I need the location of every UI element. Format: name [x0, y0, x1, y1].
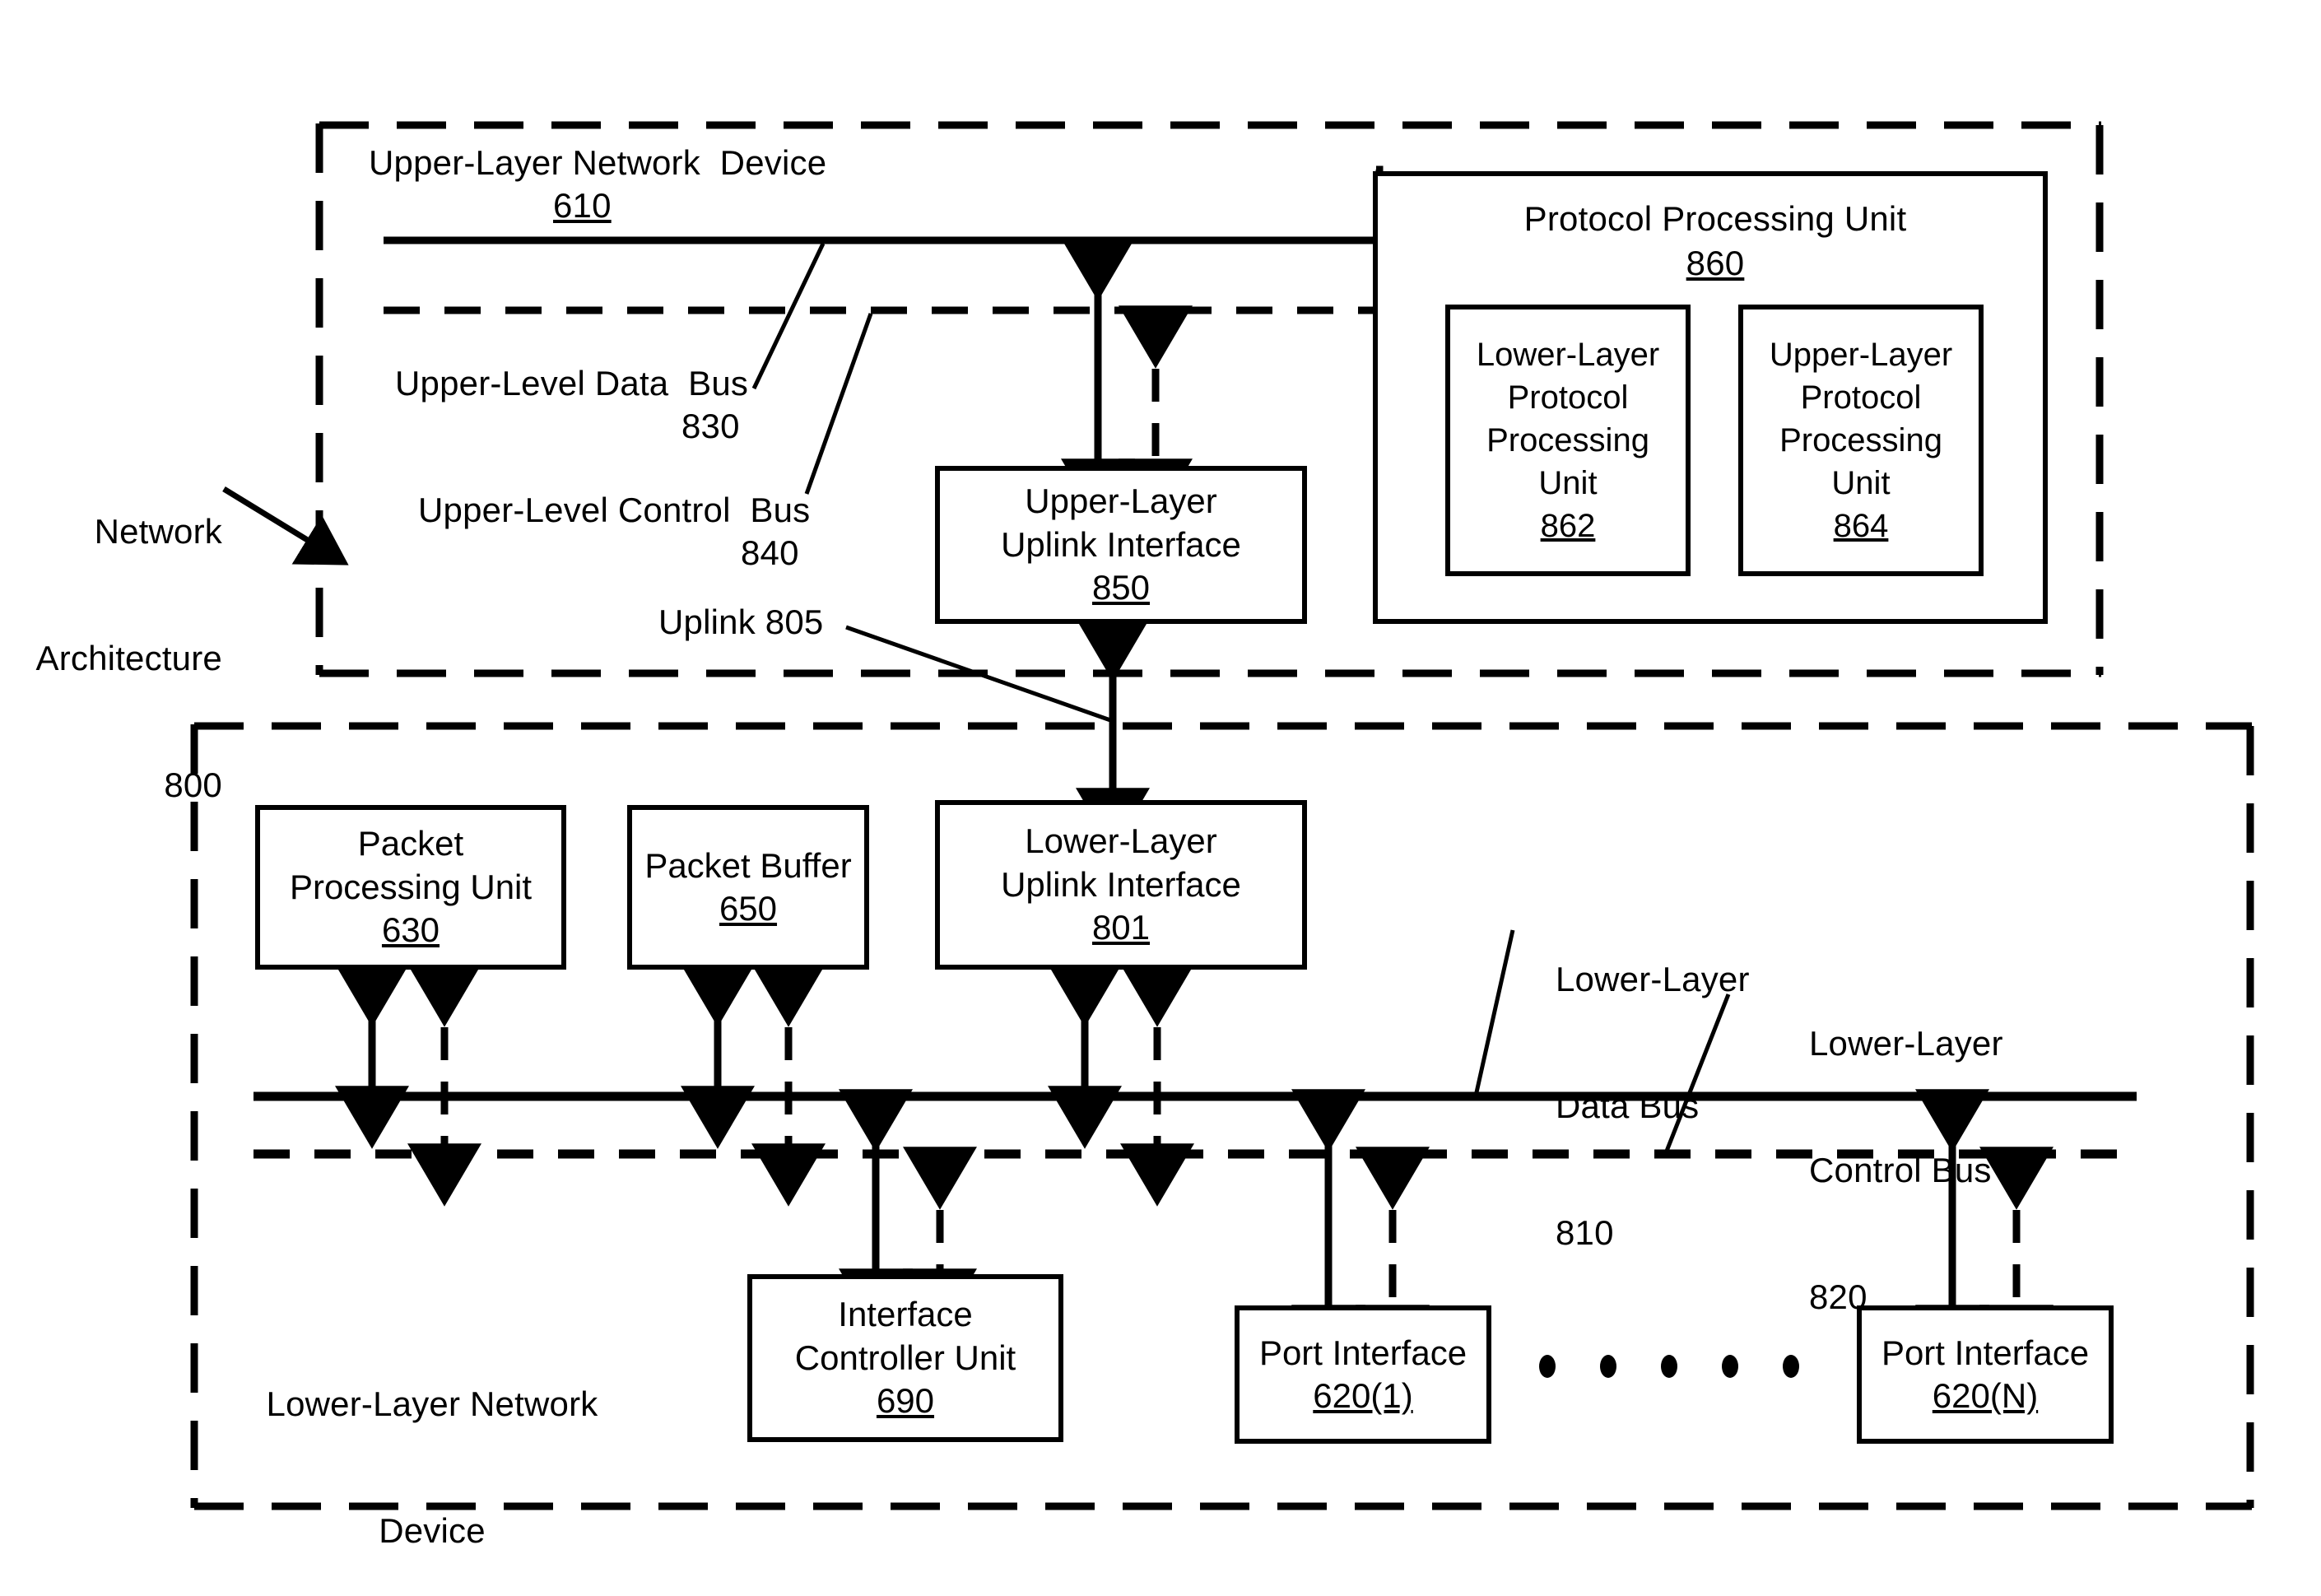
lower-layer-uplink-interface-box[interactable]: Lower-Layer Uplink Interface 801: [935, 800, 1307, 970]
interface-controller-unit-box[interactable]: Interface Controller Unit 690: [747, 1274, 1063, 1442]
upper-data-bus-label: Upper-Level Data Bus: [395, 364, 749, 402]
lower-control-bus-line1: Lower-Layer: [1809, 1024, 2003, 1063]
port-interface-n-label: Port Interface: [1881, 1333, 2090, 1372]
lower-data-bus-number: 810: [1556, 1212, 1614, 1252]
lower-ppu-number: 862: [1540, 508, 1596, 544]
upper-control-bus-number: 840: [741, 533, 799, 572]
icu-line2: Controller Unit: [794, 1338, 1016, 1377]
packet-processing-number: 630: [381, 910, 440, 950]
upper-control-bus-leader: [804, 313, 873, 495]
patent-figure-canvas: Network Architecture 800 Upper-Layer Net…: [0, 0, 2321, 1596]
uplink-805-label: Uplink 805: [658, 603, 824, 641]
lower-device-title-line1: Lower-Layer Network: [266, 1384, 598, 1424]
ppu-title: Protocol Processing Unit: [1523, 199, 1907, 238]
network-architecture-line2: Architecture: [35, 639, 222, 678]
lower-layer-protocol-processing-unit-box[interactable]: Lower-Layer Protocol Processing Unit 862: [1445, 305, 1691, 576]
ellipsis-dot: [1661, 1355, 1677, 1378]
upper-layer-protocol-processing-unit-box[interactable]: Upper-Layer Protocol Processing Unit 864: [1738, 305, 1984, 576]
lower-device-title-line2: Device: [379, 1511, 486, 1551]
upper-data-bus-leader: [751, 242, 826, 390]
network-architecture-pointer: [222, 486, 349, 565]
upper-uplink-line2: Uplink Interface: [1001, 524, 1241, 564]
lower-data-bus-leader: [1472, 929, 1515, 1100]
upper-ppu-line2: Protocol: [1800, 379, 1922, 416]
lower-ppu-line4: Unit: [1538, 465, 1598, 501]
port-interface-1-label: Port Interface: [1258, 1333, 1467, 1372]
upper-device-number: 610: [553, 186, 612, 225]
upper-ppu-number: 864: [1833, 508, 1889, 544]
uplink-805-leader: [845, 625, 1114, 724]
network-architecture-number: 800: [164, 765, 222, 804]
lower-uplink-number: 801: [1091, 908, 1151, 947]
lower-ppu-line1: Lower-Layer: [1476, 337, 1660, 373]
ellipsis-dot: [1722, 1355, 1738, 1378]
lower-data-bus-line2: Data Bus: [1556, 1086, 1700, 1126]
ppu-number: 860: [1686, 244, 1745, 282]
network-architecture-label: Network Architecture 800: [33, 426, 222, 891]
lower-data-bus-label: Lower-Layer Data Bus 810: [1556, 874, 1750, 1338]
packet-processing-unit-box[interactable]: Packet Processing Unit 630: [255, 805, 566, 970]
lower-uplink-line2: Uplink Interface: [1001, 864, 1241, 904]
packet-buffer-number: 650: [719, 889, 778, 928]
upper-uplink-number: 850: [1091, 568, 1151, 607]
ellipsis-dot: [1783, 1355, 1799, 1378]
lower-uplink-line1: Lower-Layer: [1025, 821, 1217, 861]
lower-data-bus-line1: Lower-Layer: [1556, 960, 1750, 999]
ellipsis-dot: [1539, 1355, 1556, 1378]
lower-ppu-line3: Processing: [1486, 422, 1649, 458]
lower-control-bus-line2: Control Bus: [1809, 1151, 1992, 1190]
icu-number: 690: [876, 1381, 935, 1421]
network-architecture-line1: Network: [94, 512, 222, 551]
port-interface-1-box[interactable]: Port Interface 620(1): [1235, 1305, 1491, 1444]
upper-uplink-line1: Upper-Layer: [1025, 482, 1217, 521]
packet-processing-line2: Processing Unit: [289, 867, 533, 906]
upper-ppu-line1: Upper-Layer: [1769, 337, 1953, 373]
protocol-processing-unit-box[interactable]: Protocol Processing Unit 860 Lower-Layer…: [1373, 171, 2048, 624]
upper-control-bus-label: Upper-Level Control Bus: [418, 491, 811, 529]
lower-device-title: Lower-Layer Network Device 600: [230, 1299, 634, 1596]
port-interface-n-box[interactable]: Port Interface 620(N): [1857, 1305, 2114, 1444]
ellipsis-dot: [1600, 1355, 1616, 1378]
packet-processing-line1: Packet: [357, 824, 464, 863]
icu-line1: Interface: [838, 1295, 973, 1334]
upper-ppu-line4: Unit: [1831, 465, 1891, 501]
port-interface-1-number: 620(1): [1313, 1376, 1413, 1415]
packet-buffer-line1: Packet Buffer: [644, 845, 852, 885]
lower-ppu-line2: Protocol: [1507, 379, 1629, 416]
upper-layer-uplink-interface-box[interactable]: Upper-Layer Uplink Interface 850: [935, 466, 1307, 624]
port-interface-n-number: 620(N): [1932, 1376, 2039, 1415]
upper-device-title: Upper-Layer Network Device: [369, 143, 827, 182]
upper-ppu-line3: Processing: [1779, 422, 1942, 458]
upper-data-bus-number: 830: [681, 407, 740, 445]
packet-buffer-box[interactable]: Packet Buffer 650: [627, 805, 869, 970]
